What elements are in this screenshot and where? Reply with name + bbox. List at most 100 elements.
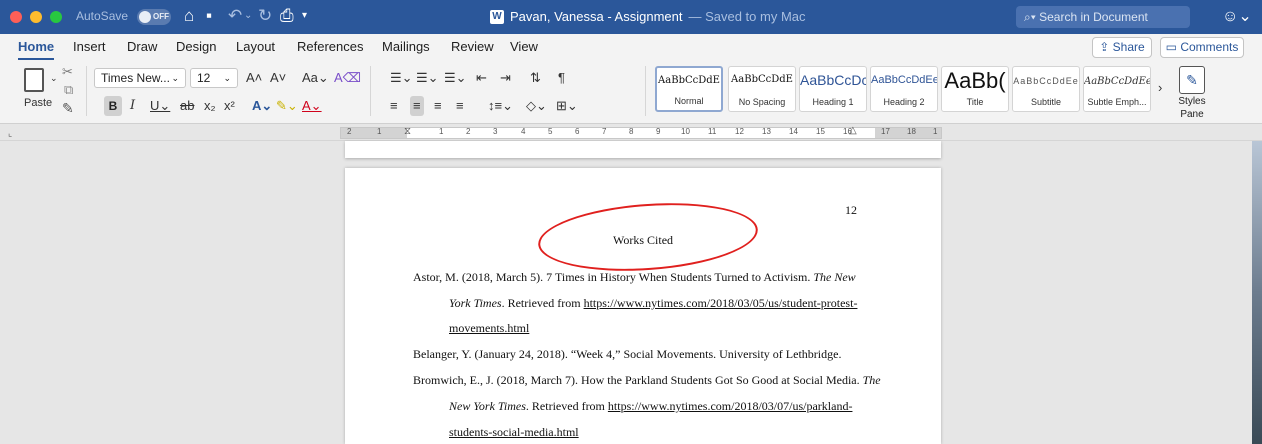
- ruler-number: 13: [762, 127, 771, 136]
- save-icon[interactable]: ▪: [206, 6, 212, 26]
- subscript-button[interactable]: x₂: [204, 98, 216, 114]
- comments-button[interactable]: ▭ Comments: [1160, 37, 1244, 58]
- style-no-spacing[interactable]: AaBbCcDdE No Spacing: [728, 66, 796, 112]
- style-heading-1[interactable]: AaBbCcDc Heading 1: [799, 66, 867, 112]
- line-spacing-icon[interactable]: ↕≡⌄: [488, 98, 513, 114]
- justify-icon[interactable]: ≡: [456, 98, 464, 114]
- highlight-color-icon[interactable]: ✎⌄: [276, 98, 298, 114]
- style-name: Title: [966, 97, 984, 107]
- style-subtitle[interactable]: AaBbCcDdEe Subtitle: [1012, 66, 1080, 112]
- font-name-select[interactable]: Times New... ⌄: [94, 68, 186, 88]
- undo-icon[interactable]: ↶: [228, 6, 242, 26]
- autosave-toggle[interactable]: OFF: [137, 9, 171, 25]
- style-name: Subtitle: [1030, 97, 1062, 107]
- decrease-indent-icon[interactable]: ⇤: [476, 70, 487, 86]
- citation-text: . Retrieved from: [501, 296, 584, 310]
- redo-icon[interactable]: ↻: [258, 6, 272, 26]
- ruler-number: 8: [629, 127, 634, 136]
- increase-indent-icon[interactable]: ⇥: [500, 70, 511, 86]
- citation-link[interactable]: https://www.nytimes.com/2018/03/05/us/st…: [584, 296, 858, 310]
- style-sample: AaBbCcDdE: [731, 74, 793, 85]
- change-case-icon[interactable]: Aa⌄: [302, 70, 329, 86]
- text-effects-button[interactable]: A⌄: [252, 98, 272, 114]
- style-title[interactable]: AaBb( Title: [941, 66, 1009, 112]
- style-normal[interactable]: AaBbCcDdE Normal: [655, 66, 723, 112]
- ruler-number: 9: [656, 127, 661, 136]
- bold-button[interactable]: B: [104, 96, 122, 116]
- pilcrow-icon[interactable]: ¶: [558, 70, 565, 86]
- grow-font-icon[interactable]: A˄: [246, 70, 262, 86]
- tab-mailings[interactable]: Mailings: [382, 39, 430, 54]
- feedback-smiley-icon[interactable]: ☺⌄: [1222, 6, 1252, 26]
- citation-text: Belanger, Y. (January 24, 2018). “Week 4…: [413, 347, 842, 361]
- search-placeholder: Search in Document: [1039, 10, 1148, 24]
- tab-draw[interactable]: Draw: [127, 39, 157, 54]
- multilevel-list-icon[interactable]: ☰⌄: [444, 70, 467, 86]
- tab-view[interactable]: View: [510, 39, 538, 54]
- tab-layout[interactable]: Layout: [236, 39, 275, 54]
- bullets-icon[interactable]: ☰⌄: [390, 70, 413, 86]
- font-name-value: Times New...: [101, 71, 170, 85]
- paste-dropdown-icon[interactable]: ⌄: [50, 70, 58, 86]
- search-document-input[interactable]: ⌕▾ Search in Document: [1016, 6, 1190, 28]
- horizontal-ruler[interactable]: 2 1 ⧖ 1 2 3 4 5 6 7 8 9 10 11 12 13 14 1…: [340, 125, 942, 139]
- ruler-number: 11: [708, 127, 717, 136]
- format-painter-icon[interactable]: ✎: [62, 100, 74, 117]
- search-icon: ⌕▾: [1024, 10, 1040, 24]
- minimize-window-button[interactable]: [30, 11, 42, 23]
- paste-icon[interactable]: [24, 68, 44, 92]
- ruler-number: 2: [347, 127, 352, 136]
- close-window-button[interactable]: [10, 11, 22, 23]
- citation-link[interactable]: movements.html: [449, 321, 529, 335]
- ruler-number: 4: [521, 127, 526, 136]
- document-name: Pavan, Vanessa - Assignment: [510, 9, 683, 24]
- style-heading-2[interactable]: AaBbCcDdEe Heading 2: [870, 66, 938, 112]
- font-color-icon[interactable]: A⌄: [302, 98, 322, 114]
- underline-button[interactable]: U⌄: [150, 98, 170, 114]
- clear-formatting-icon[interactable]: A⌫: [334, 70, 361, 86]
- strikethrough-button[interactable]: ab: [180, 98, 194, 114]
- undo-dropdown-icon[interactable]: ⌄: [244, 6, 252, 26]
- previous-page-bottom: [345, 141, 941, 158]
- toggle-knob: [139, 11, 151, 23]
- tab-home[interactable]: Home: [18, 39, 54, 54]
- numbering-icon[interactable]: ☰⌄: [416, 70, 439, 86]
- superscript-button[interactable]: x²: [224, 98, 235, 114]
- ruler-number: 1: [933, 127, 938, 136]
- paste-label[interactable]: Paste: [24, 97, 52, 109]
- styles-pane-button[interactable]: ✎ Styles Pane: [1170, 64, 1214, 120]
- right-indent-marker-icon[interactable]: △: [849, 125, 857, 136]
- print-icon[interactable]: ⎙: [280, 6, 294, 26]
- align-left-icon[interactable]: ≡: [390, 98, 398, 114]
- style-subtle-emphasis[interactable]: AaBbCcDdEe Subtle Emph...: [1083, 66, 1151, 112]
- ruler-number: 6: [575, 127, 580, 136]
- borders-icon[interactable]: ⊞⌄: [556, 98, 578, 114]
- document-title: W Pavan, Vanessa - Assignment — Saved to…: [490, 9, 806, 24]
- shading-icon[interactable]: ◇⌄: [526, 98, 547, 114]
- customize-toolbar-icon[interactable]: ▾: [302, 6, 307, 26]
- italic-button[interactable]: I: [130, 98, 135, 114]
- tab-review[interactable]: Review: [451, 39, 494, 54]
- tab-insert[interactable]: Insert: [73, 39, 106, 54]
- shrink-font-icon[interactable]: A˅: [270, 70, 286, 86]
- align-right-icon[interactable]: ≡: [434, 98, 442, 114]
- home-icon[interactable]: ⌂: [184, 6, 194, 26]
- styles-pane-icon: ✎: [1179, 66, 1205, 94]
- citation-source: The: [862, 373, 881, 387]
- copy-icon[interactable]: ⧉: [64, 82, 73, 98]
- citation-link[interactable]: https://www.nytimes.com/2018/03/07/us/pa…: [608, 399, 853, 413]
- tab-references[interactable]: References: [297, 39, 363, 54]
- font-size-select[interactable]: 12 ⌄: [190, 68, 238, 88]
- cut-icon[interactable]: ✂: [62, 64, 73, 80]
- tab-stop-selector[interactable]: ⌞: [8, 128, 12, 139]
- styles-pane-label: Styles: [1178, 96, 1206, 107]
- ruler-number: 18: [907, 127, 916, 136]
- indent-marker-icon[interactable]: ⧖: [404, 126, 411, 137]
- sort-icon[interactable]: ⇅: [530, 70, 541, 86]
- citation-link[interactable]: students-social-media.html: [449, 425, 579, 439]
- zoom-window-button[interactable]: [50, 11, 62, 23]
- share-button[interactable]: ⇪ Share: [1092, 37, 1152, 58]
- align-center-icon[interactable]: ≡: [410, 96, 424, 116]
- tab-design[interactable]: Design: [176, 39, 216, 54]
- styles-gallery-more-icon[interactable]: ›: [1158, 80, 1162, 95]
